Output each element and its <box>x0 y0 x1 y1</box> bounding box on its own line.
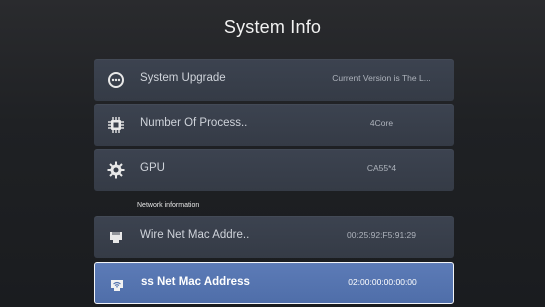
page-title: System Info <box>223 17 322 37</box>
row-label: GPU <box>140 162 165 174</box>
system-upgrade-row[interactable]: System Upgrade Current Version is The L.… <box>94 59 454 101</box>
system-info-screen: System Info System Upgrade Current Versi… <box>0 0 545 307</box>
row-label: System Upgrade <box>140 72 226 84</box>
row-value: 00:25:92:F5:91:29 <box>346 230 416 240</box>
gpu-row[interactable]: GPU CA55*4 <box>94 149 454 191</box>
row-value: 02:00:00:00:00:00 <box>348 277 417 287</box>
wired-mac-row[interactable]: Wire Net Mac Addre.. 00:25:92:F5:91:29 <box>94 216 454 258</box>
section-header: Network information <box>137 202 200 209</box>
upgrade-icon <box>106 70 126 90</box>
processor-chip-icon <box>106 115 126 135</box>
row-label: Number Of Process.. <box>140 117 248 129</box>
row-value: Current Version is The L... <box>332 73 431 83</box>
ethernet-icon <box>106 227 126 247</box>
row-label: ss Net Mac Address <box>141 276 250 288</box>
row-label: Wire Net Mac Addre.. <box>140 229 250 241</box>
processor-count-row[interactable]: Number Of Process.. 4Core <box>94 104 454 146</box>
wireless-mac-row[interactable]: ss Net Mac Address 02:00:00:00:00:00 <box>94 262 454 304</box>
row-value: 4Core <box>369 118 394 128</box>
wireless-icon <box>107 274 127 294</box>
row-value: CA55*4 <box>366 163 397 173</box>
gpu-gear-icon <box>106 160 126 180</box>
